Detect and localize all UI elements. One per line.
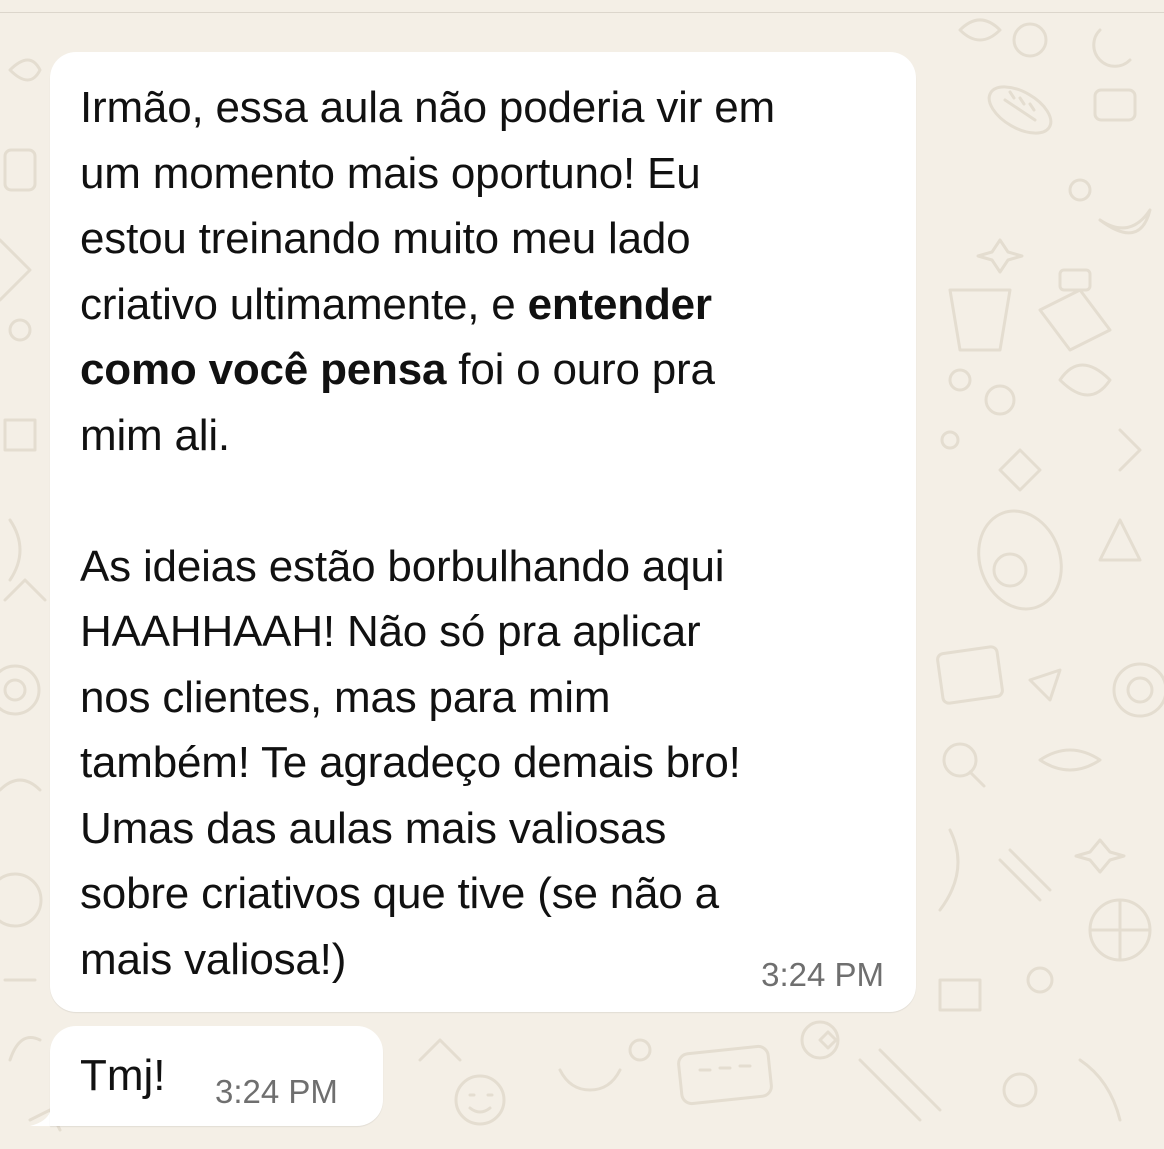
message-text: Irmão, essa aula não poderia vir em um m… xyxy=(80,75,900,992)
message-text: Tmj! xyxy=(80,1051,166,1100)
top-divider xyxy=(0,12,1164,13)
incoming-message-bubble[interactable]: Irmão, essa aula não poderia vir em um m… xyxy=(50,52,916,1012)
message-timestamp: 3:24 PM xyxy=(761,956,884,993)
incoming-message-bubble[interactable]: Tmj! 3:24 PM xyxy=(50,1026,383,1126)
message-text-segment: foi o ouro pra mim ali. As ideias estão … xyxy=(80,345,741,984)
message-timestamp: 3:24 PM xyxy=(215,1073,338,1110)
